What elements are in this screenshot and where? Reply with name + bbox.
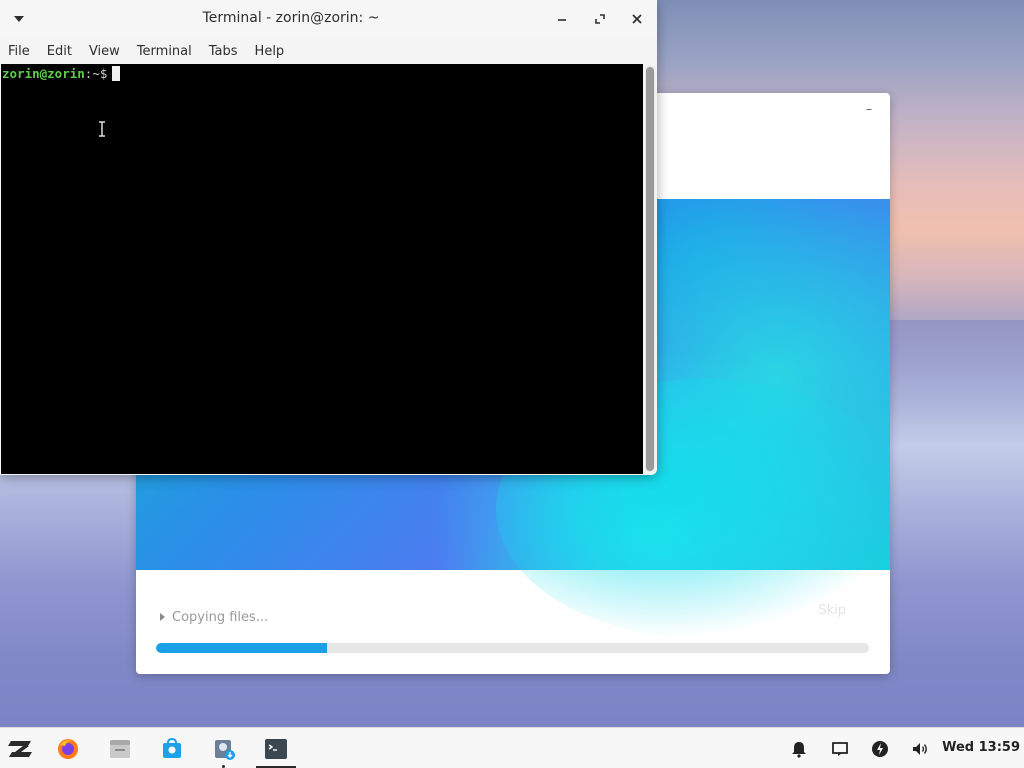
skip-button[interactable]: Skip <box>818 603 846 618</box>
prompt-path: :~$ <box>84 66 108 81</box>
menu-tabs[interactable]: Tabs <box>209 44 238 59</box>
close-icon <box>632 14 642 24</box>
files-icon[interactable] <box>108 737 132 761</box>
installer-progress-bar <box>156 643 869 653</box>
installer-icon[interactable] <box>212 737 236 761</box>
volume-icon[interactable] <box>911 740 929 758</box>
minimize-button[interactable] <box>551 8 573 30</box>
terminal-titlebar[interactable]: Terminal - zorin@zorin: ~ <box>0 0 657 39</box>
scrollbar-thumb[interactable] <box>646 67 654 471</box>
maximize-button[interactable] <box>589 8 611 30</box>
text-cursor <box>112 66 121 81</box>
prompt-user-host: zorin@zorin <box>2 66 85 81</box>
terminal-output-area[interactable]: zorin@zorin:~$ <box>1 64 643 474</box>
clock[interactable]: Wed 13:59 <box>942 740 1020 755</box>
firefox-icon[interactable] <box>56 737 80 761</box>
close-button[interactable] <box>626 8 648 30</box>
menu-view[interactable]: View <box>89 44 120 59</box>
terminal-icon[interactable] <box>264 737 288 761</box>
installer-status-text: Copying files... <box>172 609 269 625</box>
taskbar: Wed 13:59 <box>0 727 1024 768</box>
terminal-title: Terminal - zorin@zorin: ~ <box>202 10 380 26</box>
zorin-menu-icon[interactable] <box>7 736 33 762</box>
ibeam-pointer-icon <box>99 121 105 137</box>
installer-minimize-button[interactable]: – <box>862 102 876 116</box>
prompt-line: zorin@zorin:~$ <box>2 66 121 81</box>
installer-progress-fill <box>156 643 328 653</box>
menu-file[interactable]: File <box>8 44 30 59</box>
power-icon[interactable] <box>871 740 889 758</box>
terminal-scrollbar[interactable] <box>645 66 655 472</box>
installer-status-expander[interactable]: Copying files... <box>160 608 268 626</box>
minimize-icon <box>558 19 566 21</box>
menu-terminal[interactable]: Terminal <box>137 44 192 59</box>
terminal-menubar: File Edit View Terminal Tabs Help <box>0 39 657 64</box>
display-icon[interactable] <box>831 740 849 758</box>
bell-icon[interactable] <box>790 740 808 758</box>
maximize-icon <box>595 14 605 24</box>
menu-edit[interactable]: Edit <box>47 44 72 59</box>
expander-arrow-icon <box>160 613 165 621</box>
terminal-window: Terminal - zorin@zorin: ~ File Edit View… <box>0 0 657 475</box>
menu-help[interactable]: Help <box>255 44 285 59</box>
software-store-icon[interactable] <box>160 737 184 761</box>
